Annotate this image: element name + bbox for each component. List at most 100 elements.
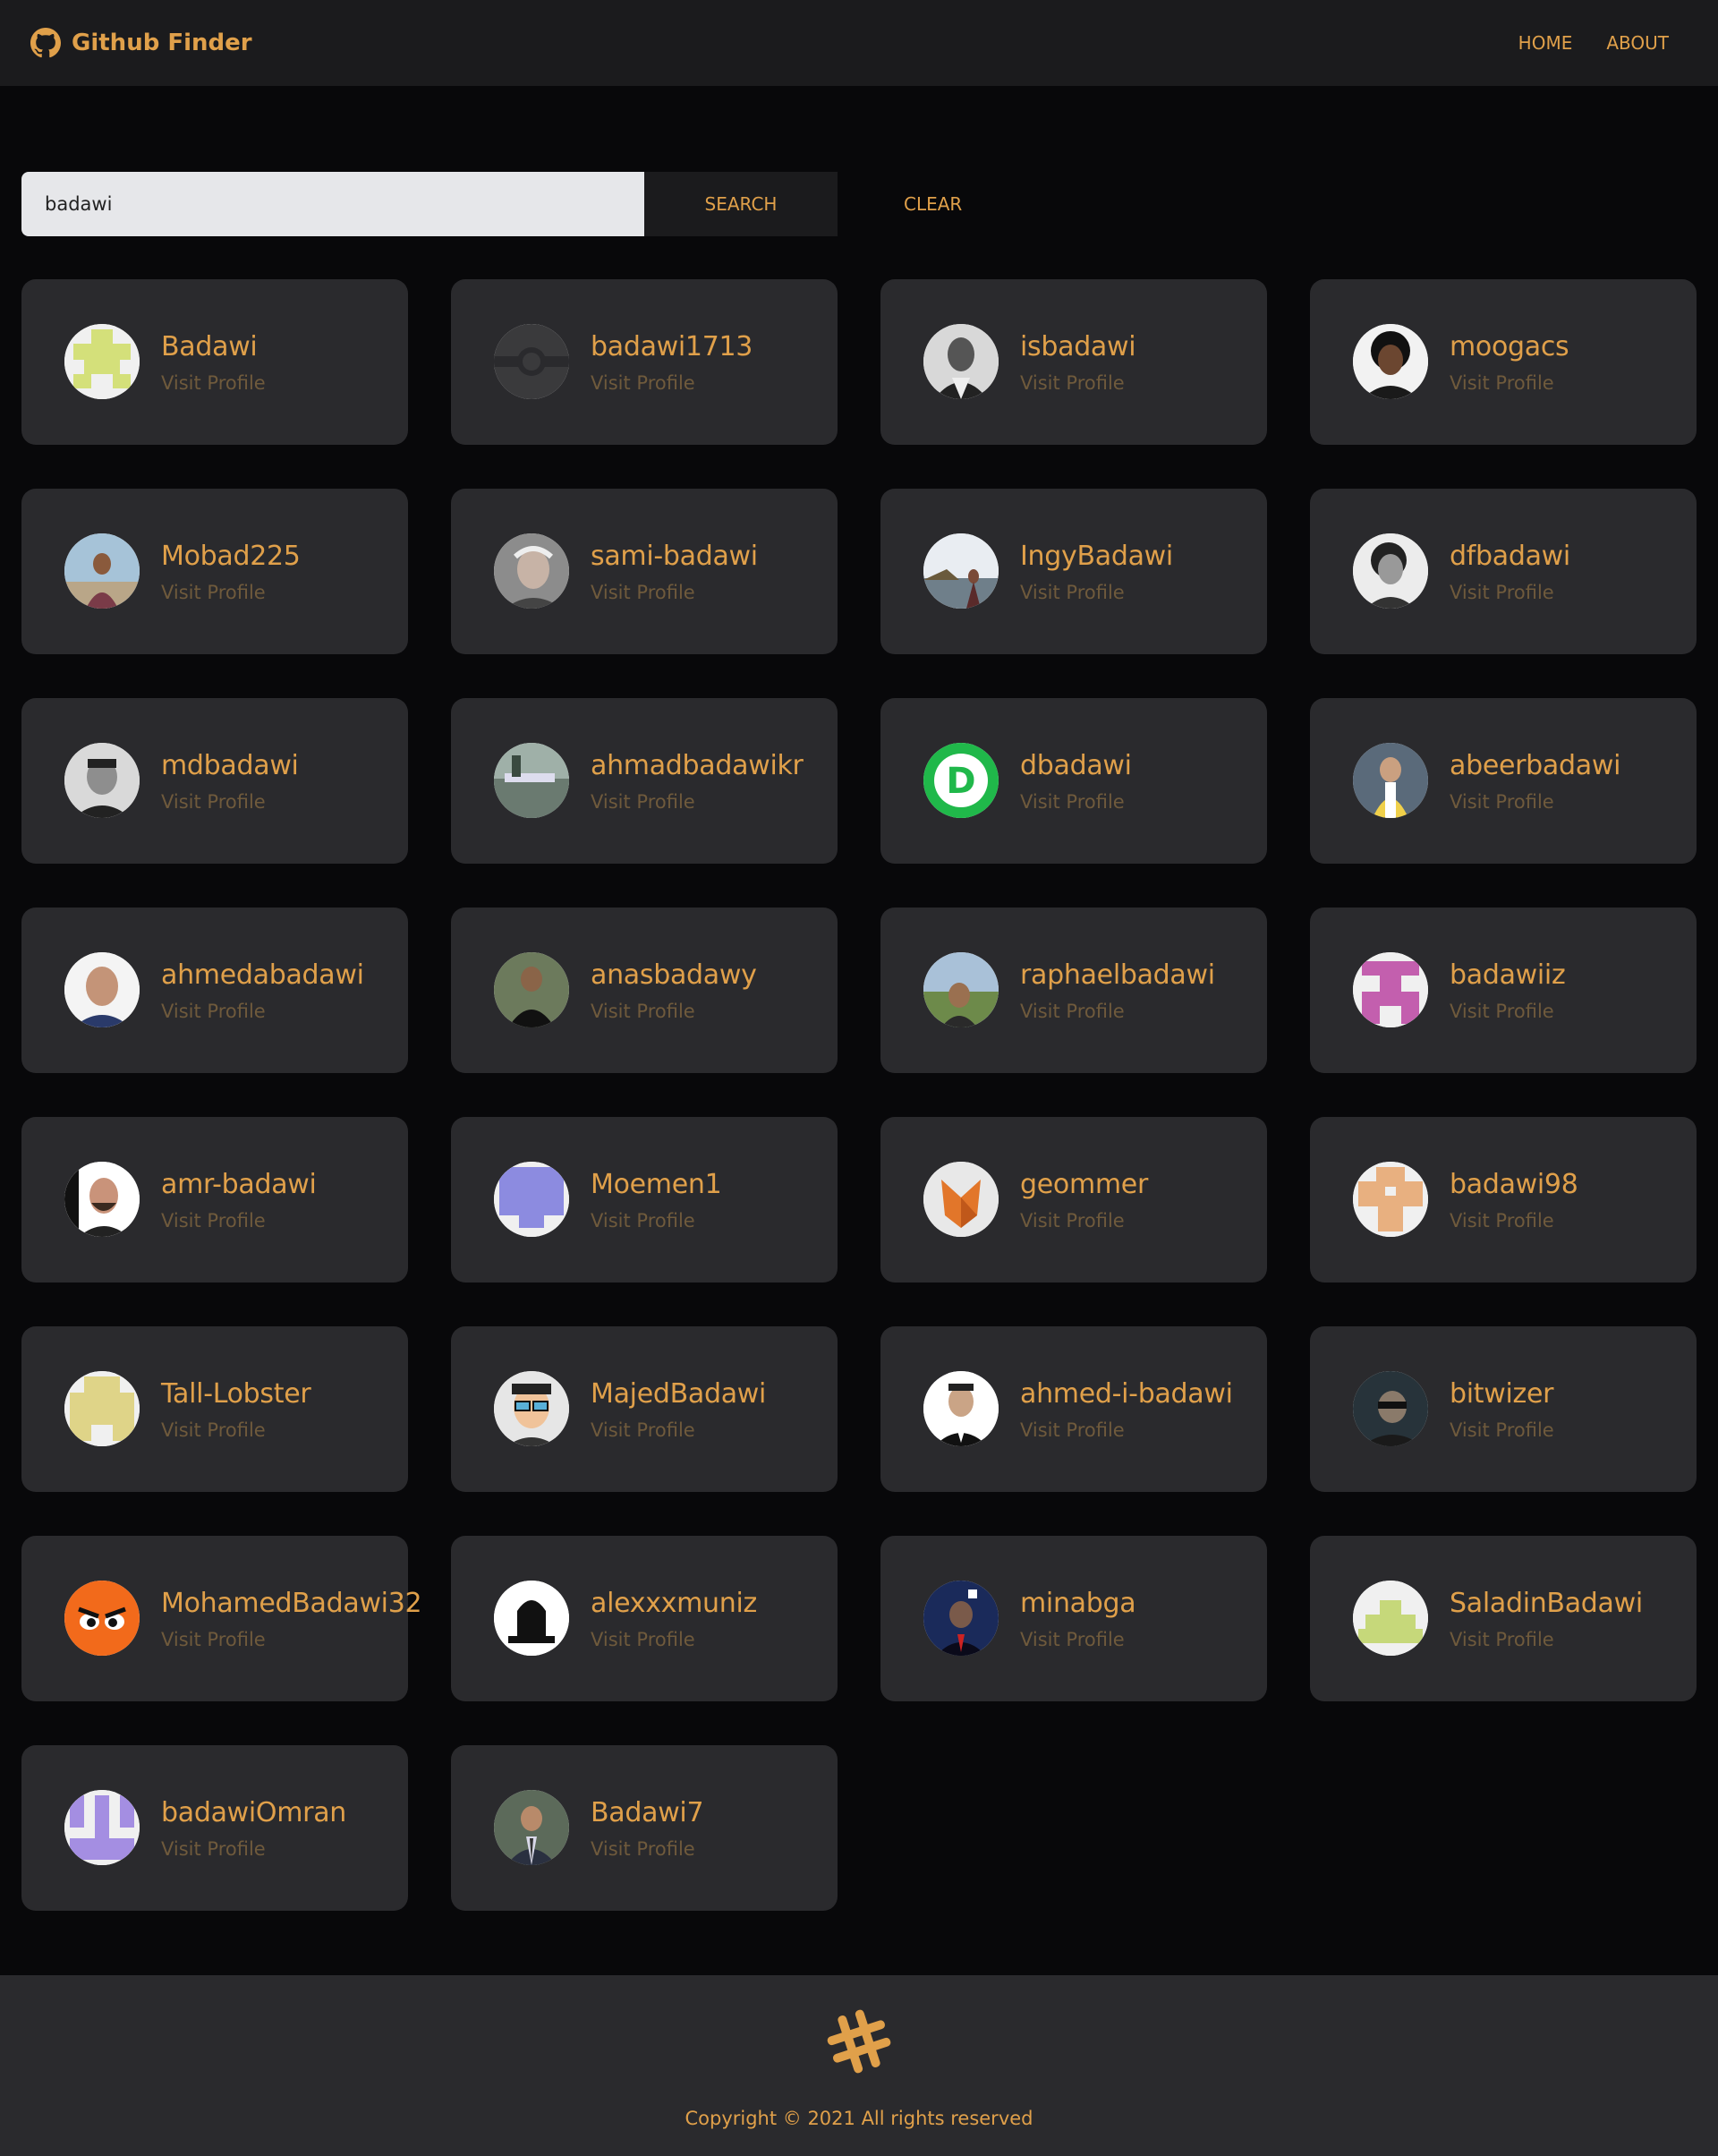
copyright-text: Copyright © 2021 All rights reserved [685,2108,1033,2129]
username: ahmedabadawi [161,959,364,991]
avatar [494,1162,569,1237]
visit-profile-link[interactable]: Visit Profile [161,582,266,603]
user-card: IngyBadawi Visit Profile [880,489,1267,654]
avatar [64,743,140,818]
user-card: sami-badawi Visit Profile [451,489,838,654]
avatar [64,1790,140,1865]
visit-profile-link[interactable]: Visit Profile [591,582,695,603]
visit-profile-link[interactable]: Visit Profile [1020,1629,1125,1650]
nav-home-link[interactable]: HOME [1518,32,1573,54]
username: IngyBadawi [1020,541,1173,572]
github-icon [30,28,61,58]
user-card: Badawi Visit Profile [21,279,408,445]
avatar [923,324,999,399]
visit-profile-link[interactable]: Visit Profile [161,1210,266,1231]
avatar [494,952,569,1027]
visit-profile-link[interactable]: Visit Profile [591,372,695,394]
username: Badawi7 [591,1797,704,1828]
svg-text:D: D [946,761,975,802]
user-card: badawiiz Visit Profile [1310,908,1697,1073]
avatar [64,1162,140,1237]
username: SaladinBadawi [1450,1588,1643,1619]
user-card: dfbadawi Visit Profile [1310,489,1697,654]
username: sami-badawi [591,541,758,572]
visit-profile-link[interactable]: Visit Profile [1450,1629,1554,1650]
avatar [923,1371,999,1446]
user-card: Tall-Lobster Visit Profile [21,1326,408,1492]
avatar [64,952,140,1027]
user-card: moogacs Visit Profile [1310,279,1697,445]
user-card: MohamedBadawi32 Visit Profile [21,1536,422,1701]
visit-profile-link[interactable]: Visit Profile [591,1210,695,1231]
visit-profile-link[interactable]: Visit Profile [1450,582,1554,603]
visit-profile-link[interactable]: Visit Profile [1020,1210,1125,1231]
avatar [1353,1581,1428,1656]
avatar [494,533,569,609]
nav-links: HOME ABOUT [1484,32,1669,54]
username: badawiOmran [161,1797,346,1828]
user-card: badawi98 Visit Profile [1310,1117,1697,1283]
visit-profile-link[interactable]: Visit Profile [1020,791,1125,813]
avatar [923,952,999,1027]
avatar [494,324,569,399]
user-card: alexxxmuniz Visit Profile [451,1536,838,1701]
user-card: MajedBadawi Visit Profile [451,1326,838,1492]
username: amr-badawi [161,1169,317,1200]
visit-profile-link[interactable]: Visit Profile [1020,1001,1125,1022]
username: ahmadbadawikr [591,750,804,781]
visit-profile-link[interactable]: Visit Profile [1020,1419,1125,1441]
username: Badawi [161,331,258,362]
visit-profile-link[interactable]: Visit Profile [161,1001,266,1022]
user-card: anasbadawy Visit Profile [451,908,838,1073]
hashtag-icon [827,2009,891,2074]
visit-profile-link[interactable]: Visit Profile [1450,791,1554,813]
user-card: badawiOmran Visit Profile [21,1745,408,1911]
user-card: ahmadbadawikr Visit Profile [451,698,838,864]
user-card: badawi1713 Visit Profile [451,279,838,445]
user-card: Mobad225 Visit Profile [21,489,408,654]
clear-button[interactable]: CLEAR [864,172,999,236]
user-card: abeerbadawi Visit Profile [1310,698,1697,864]
user-card: bitwizer Visit Profile [1310,1326,1697,1492]
username: bitwizer [1450,1378,1554,1410]
search-input[interactable] [21,172,644,236]
visit-profile-link[interactable]: Visit Profile [1450,1210,1554,1231]
search-button[interactable]: SEARCH [644,172,838,236]
visit-profile-link[interactable]: Visit Profile [161,791,266,813]
avatar [1353,533,1428,609]
username: Mobad225 [161,541,301,572]
visit-profile-link[interactable]: Visit Profile [161,1838,266,1860]
avatar [64,533,140,609]
visit-profile-link[interactable]: Visit Profile [591,1629,695,1650]
username: alexxxmuniz [591,1588,757,1619]
visit-profile-link[interactable]: Visit Profile [1020,372,1125,394]
avatar [494,1581,569,1656]
username: mdbadawi [161,750,299,781]
visit-profile-link[interactable]: Visit Profile [591,1419,695,1441]
user-grid: Badawi Visit Profile badawi1713 Visit Profi… [21,279,1697,1911]
visit-profile-link[interactable]: Visit Profile [1020,582,1125,603]
username: dfbadawi [1450,541,1570,572]
avatar [1353,324,1428,399]
visit-profile-link[interactable]: Visit Profile [591,1001,695,1022]
user-card: amr-badawi Visit Profile [21,1117,408,1283]
username: anasbadawy [591,959,757,991]
avatar [1353,952,1428,1027]
visit-profile-link[interactable]: Visit Profile [1450,1001,1554,1022]
visit-profile-link[interactable]: Visit Profile [591,791,695,813]
visit-profile-link[interactable]: Visit Profile [161,1419,266,1441]
username: badawi1713 [591,331,753,362]
avatar [494,743,569,818]
username: badawiiz [1450,959,1566,991]
brand[interactable]: Github Finder [30,27,252,59]
nav-about-link[interactable]: ABOUT [1606,32,1669,54]
username: ahmed-i-badawi [1020,1378,1233,1410]
visit-profile-link[interactable]: Visit Profile [161,372,266,394]
avatar [923,1162,999,1237]
visit-profile-link[interactable]: Visit Profile [161,1629,266,1650]
username: badawi98 [1450,1169,1578,1200]
avatar [923,533,999,609]
visit-profile-link[interactable]: Visit Profile [591,1838,695,1860]
visit-profile-link[interactable]: Visit Profile [1450,1419,1554,1441]
visit-profile-link[interactable]: Visit Profile [1450,372,1554,394]
